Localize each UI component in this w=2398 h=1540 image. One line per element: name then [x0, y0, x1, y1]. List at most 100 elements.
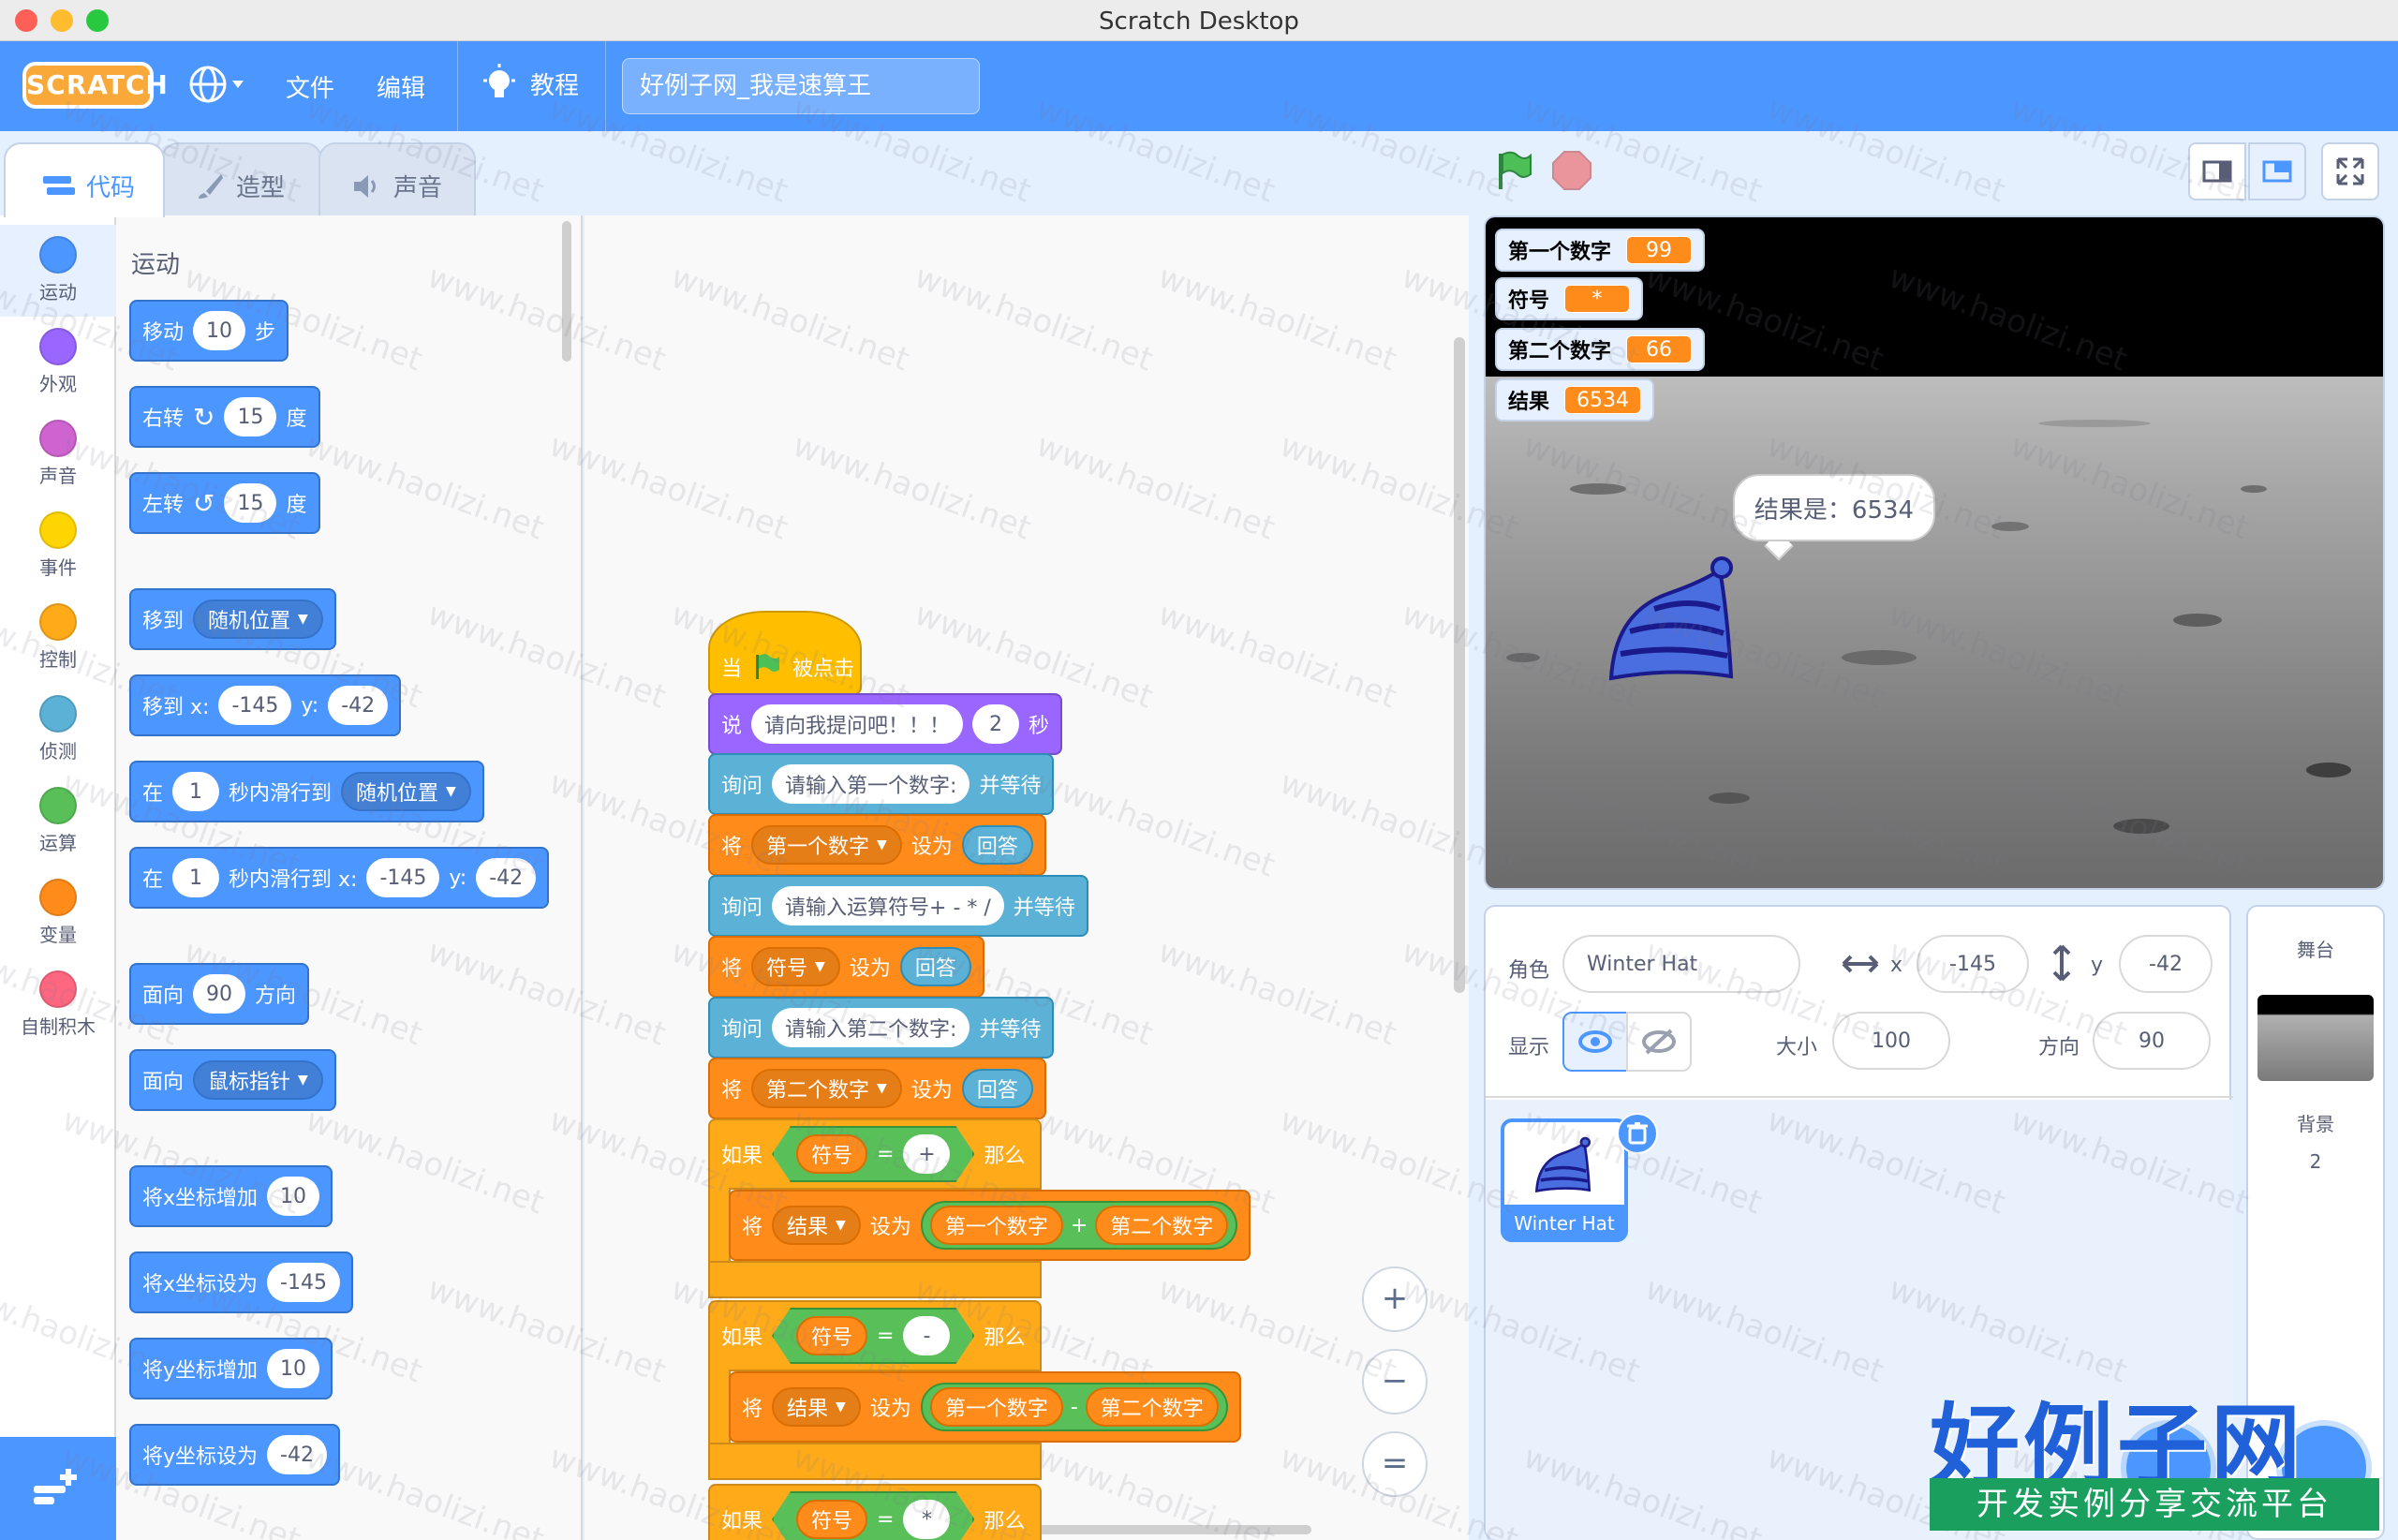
- compare-input[interactable]: *: [903, 1500, 950, 1539]
- category-9[interactable]: 自制积木: [0, 959, 116, 1051]
- steps-input[interactable]: 10: [193, 311, 246, 350]
- block-ask-and-wait[interactable]: 询问 请输入运算符号+ - * / 并等待: [708, 875, 1088, 937]
- block-set-variable[interactable]: 将 符号 ▼ 设为 回答: [708, 936, 984, 998]
- block-turn-right[interactable]: 右转 ↻ 15 度: [129, 386, 320, 448]
- project-title-input[interactable]: 好例子网_我是速算王: [622, 58, 980, 114]
- block-if-then[interactable]: 如果 符号 = - 那么: [708, 1300, 1042, 1371]
- variable-dropdown[interactable]: 第一个数字 ▼: [751, 825, 902, 865]
- block-say-for-secs[interactable]: 说请向我提问吧！！！ 2秒: [708, 693, 1063, 755]
- winter-hat-sprite[interactable]: [1602, 556, 1742, 688]
- seconds-input[interactable]: 1: [172, 858, 220, 897]
- block-change-y[interactable]: 将y坐标增加 10: [129, 1338, 333, 1399]
- small-stage-button[interactable]: [2188, 142, 2246, 200]
- variable-monitor[interactable]: 第二个数字 66: [1495, 328, 1706, 371]
- y-input[interactable]: -42: [328, 686, 389, 725]
- degrees-input[interactable]: 15: [224, 483, 277, 523]
- category-4[interactable]: 事件: [0, 500, 116, 592]
- block-point-direction[interactable]: 面向 90 方向: [129, 963, 310, 1025]
- block-change-x[interactable]: 将x坐标增加 10: [129, 1165, 333, 1227]
- question-input[interactable]: 请输入第一个数字:: [772, 764, 970, 804]
- equals-operator[interactable]: 符号 = -: [772, 1308, 974, 1364]
- compare-input[interactable]: +: [903, 1134, 950, 1174]
- language-menu[interactable]: [187, 64, 247, 111]
- zoom-in-button[interactable]: +: [1362, 1266, 1428, 1332]
- variable-monitor[interactable]: 符号 *: [1495, 277, 1644, 320]
- block-glide[interactable]: 在1 秒内滑行到 随机位置 ▼: [129, 761, 484, 822]
- variable-dropdown[interactable]: 结果 ▼: [772, 1206, 861, 1245]
- block-ask-and-wait[interactable]: 询问 请输入第一个数字: 并等待: [708, 753, 1055, 815]
- glide-target-dropdown[interactable]: 随机位置 ▼: [341, 772, 471, 811]
- compare-input[interactable]: -: [903, 1316, 950, 1355]
- add-operator[interactable]: 第一个数字 + 第二个数字: [920, 1201, 1238, 1250]
- x-change-input[interactable]: 10: [267, 1177, 320, 1216]
- answer-reporter[interactable]: 回答: [961, 825, 1033, 865]
- message-input[interactable]: 请向我提问吧！！！: [751, 704, 964, 744]
- y-input[interactable]: -42: [476, 858, 537, 897]
- block-if-then[interactable]: 如果 符号 = * 那么: [708, 1484, 1042, 1540]
- subtract-operator[interactable]: 第一个数字 - 第二个数字: [920, 1383, 1228, 1431]
- seconds-input[interactable]: 2: [972, 704, 1020, 744]
- seconds-input[interactable]: 1: [172, 772, 220, 811]
- zoom-out-button[interactable]: −: [1362, 1349, 1428, 1414]
- sprite-thumbnail[interactable]: Winter Hat: [1501, 1113, 1658, 1242]
- delete-sprite-button[interactable]: [1617, 1113, 1658, 1154]
- block-glide-xy[interactable]: 在1 秒内滑行到 x: -145 y: -42: [129, 847, 550, 909]
- block-set-y[interactable]: 将y坐标设为 -42: [129, 1424, 340, 1486]
- equals-operator[interactable]: 符号 = +: [772, 1126, 974, 1182]
- palette-scrollbar[interactable]: [562, 221, 571, 362]
- normal-stage-button[interactable]: [2248, 142, 2306, 200]
- category-5[interactable]: 控制: [0, 592, 116, 684]
- variable-dropdown[interactable]: 第二个数字 ▼: [751, 1069, 902, 1108]
- block-if-then[interactable]: 如果 符号 = + 那么: [708, 1118, 1042, 1190]
- block-move-steps[interactable]: 移动 10 步: [129, 300, 289, 362]
- question-input[interactable]: 请输入第二个数字:: [772, 1008, 970, 1047]
- category-7[interactable]: 运算: [0, 776, 116, 867]
- block-set-variable[interactable]: 将 结果 ▼ 设为 第一个数字 + 第二个数字: [729, 1190, 1251, 1261]
- block-set-variable[interactable]: 将 第二个数字 ▼ 设为 回答: [708, 1058, 1046, 1119]
- sprite-x-input[interactable]: -145: [1917, 935, 2029, 993]
- category-6[interactable]: 侦测: [0, 684, 116, 776]
- block-set-variable[interactable]: 将 第一个数字 ▼ 设为 回答: [708, 814, 1046, 876]
- answer-reporter[interactable]: 回答: [961, 1069, 1033, 1108]
- tab-code[interactable]: 代码: [4, 142, 165, 217]
- block-set-variable[interactable]: 将 结果 ▼ 设为 第一个数字 - 第二个数字: [729, 1371, 1241, 1443]
- variable-reporter[interactable]: 符号: [796, 1134, 867, 1174]
- variable-reporter[interactable]: 第一个数字: [929, 1387, 1063, 1427]
- block-set-x[interactable]: 将x坐标设为 -145: [129, 1251, 353, 1313]
- towards-target-dropdown[interactable]: 鼠标指针 ▼: [193, 1060, 323, 1100]
- tutorials-menu[interactable]: 教程: [481, 64, 579, 103]
- edit-menu[interactable]: 编辑: [377, 69, 425, 104]
- x-input[interactable]: -145: [366, 858, 440, 897]
- category-8[interactable]: 变量: [0, 867, 116, 959]
- backdrop-thumbnail[interactable]: [2257, 995, 2374, 1081]
- variable-reporter[interactable]: 第二个数字: [1085, 1387, 1219, 1427]
- add-extension-button[interactable]: [0, 1437, 116, 1540]
- category-2[interactable]: 外观: [0, 317, 116, 408]
- variable-reporter[interactable]: 第二个数字: [1095, 1206, 1229, 1245]
- hide-sprite-button[interactable]: [1626, 1012, 1692, 1072]
- block-point-towards[interactable]: 面向 鼠标指针 ▼: [129, 1049, 336, 1111]
- category-3[interactable]: 声音: [0, 408, 116, 500]
- sprite-direction-input[interactable]: 90: [2093, 1012, 2211, 1070]
- scratch-logo[interactable]: SCRATCH: [22, 62, 168, 109]
- variable-monitor[interactable]: 结果 6534: [1495, 378, 1655, 422]
- block-ask-and-wait[interactable]: 询问 请输入第二个数字: 并等待: [708, 997, 1055, 1059]
- variable-dropdown[interactable]: 符号 ▼: [751, 947, 840, 986]
- stop-button[interactable]: [1551, 150, 1592, 191]
- x-set-input[interactable]: -145: [267, 1263, 340, 1302]
- variable-dropdown[interactable]: 结果 ▼: [772, 1387, 861, 1427]
- variable-reporter[interactable]: 第一个数字: [929, 1206, 1063, 1245]
- question-input[interactable]: 请输入运算符号+ - * /: [772, 886, 1004, 925]
- stage-canvas[interactable]: 第一个数字 99 符号 * 第二个数字 66 结果 6534 结果是：6534: [1484, 215, 2385, 890]
- show-sprite-button[interactable]: [1562, 1012, 1628, 1072]
- variable-reporter[interactable]: 符号: [796, 1316, 867, 1355]
- block-goto-xy[interactable]: 移到 x: -145 y: -42: [129, 674, 402, 736]
- sprite-name-input[interactable]: Winter Hat: [1562, 935, 1800, 993]
- fullscreen-button[interactable]: [2321, 142, 2379, 200]
- category-1[interactable]: 运动: [0, 225, 116, 317]
- equals-operator[interactable]: 符号 = *: [772, 1491, 974, 1540]
- variable-reporter[interactable]: 符号: [796, 1500, 867, 1539]
- tab-costumes[interactable]: 造型: [161, 142, 322, 217]
- x-input[interactable]: -145: [218, 686, 292, 725]
- file-menu[interactable]: 文件: [286, 69, 334, 104]
